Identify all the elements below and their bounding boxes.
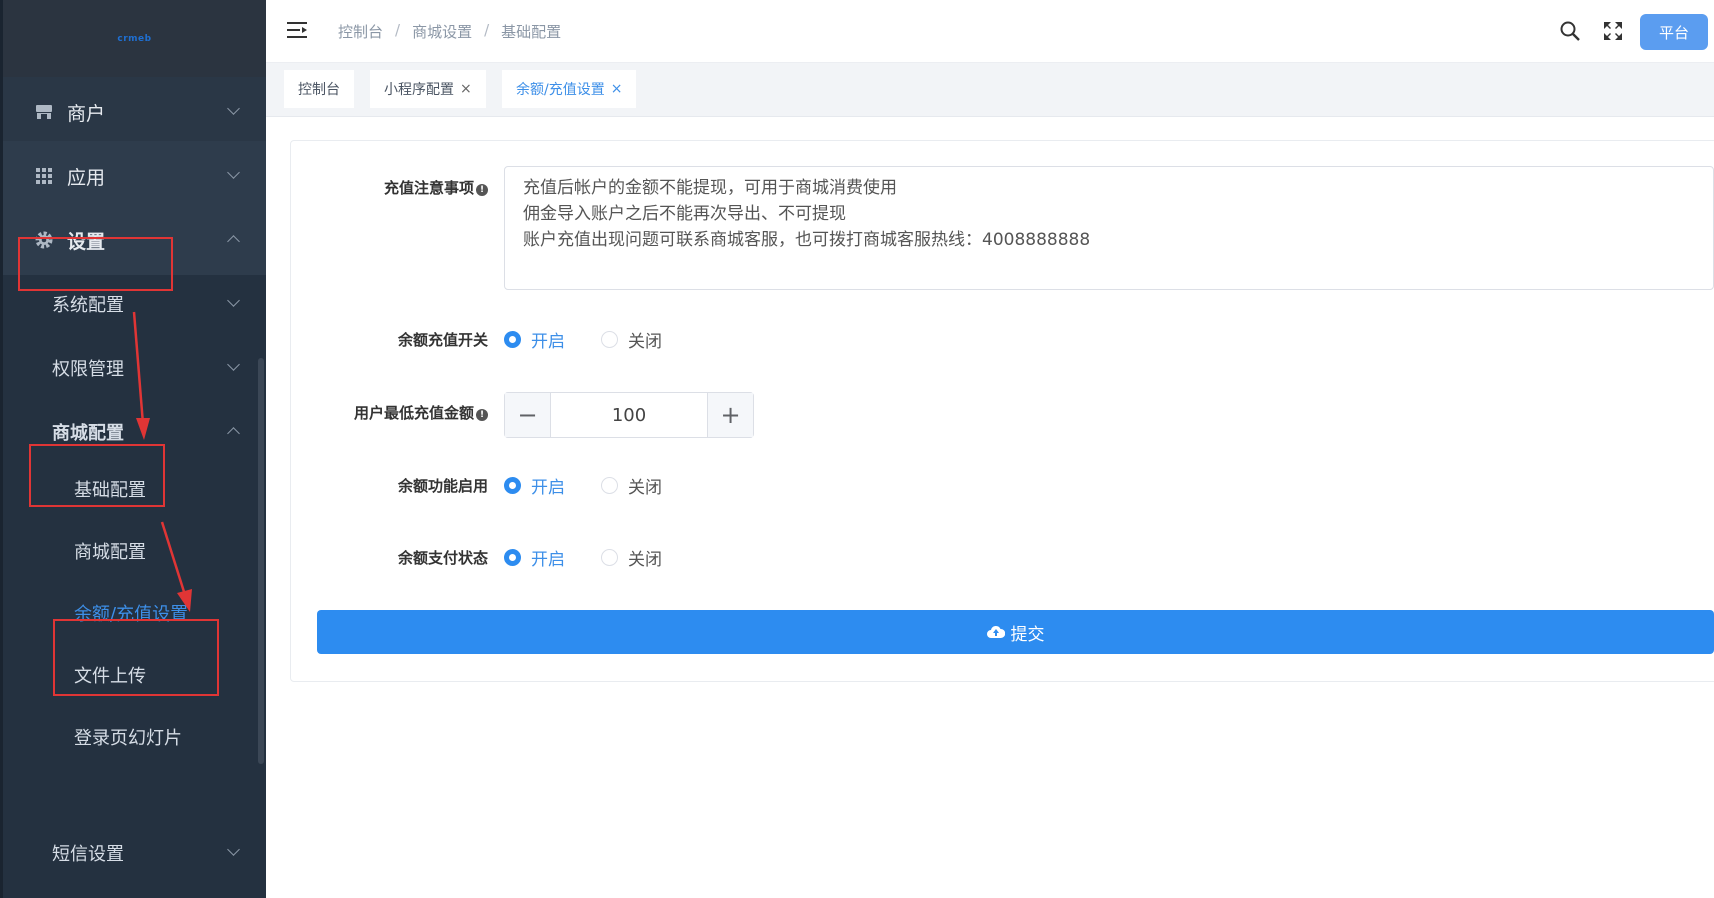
chevron-up-icon [227,427,240,440]
sidebar-item-balance-recharge[interactable]: 余额/充值设置 [3,582,266,644]
notice-line: 账户充值出现问题可联系商城客服，也可拨打商城客服热线：4008888888 [523,230,1091,250]
chevron-down-icon [227,102,240,115]
notice-textarea[interactable]: 充值后帐户的金额不能提现，可用于商城消费使用 佣金导入账户之后不能再次导出、不可… [504,166,1714,290]
breadcrumb-item[interactable]: 控制台 [338,21,383,42]
tab-label: 小程序配置 [384,82,454,98]
submit-label: 提交 [1010,624,1045,645]
sidebar-item-label: 商城配置 [74,542,146,563]
tab-miniprogram-config[interactable]: 小程序配置 × [370,70,486,108]
min-recharge-input[interactable]: 100 [551,393,707,437]
recharge-switch-off-radio[interactable]: 关闭 [601,327,662,352]
radio-dot [601,477,618,494]
sidebar-item-label: 商城配置 [52,423,124,444]
fullscreen-icon[interactable] [1602,20,1624,42]
breadcrumb-separator: / [484,21,490,39]
chevron-down-icon [227,294,240,307]
radio-dot [601,331,618,348]
radio-dot [601,549,618,566]
radio-dot [504,477,521,494]
decrement-button[interactable]: − [505,393,551,437]
chevron-up-icon [227,235,240,248]
sidebar-item-system-config[interactable]: 系统配置 [3,269,266,339]
chevron-down-icon [227,166,240,179]
balance-enable-off-radio[interactable]: 关闭 [601,473,662,498]
notice-line: 充值后帐户的金额不能提现，可用于商城消费使用 [523,178,897,198]
recharge-switch-on-radio[interactable]: 开启 [504,327,565,352]
sidebar-item-label: 文件上传 [74,666,146,687]
tab-balance-recharge[interactable]: 余额/充值设置 × [502,70,637,108]
cloud-upload-icon [986,625,1005,638]
top-bar: 控制台 / 商城设置 / 基础配置 [266,0,1714,63]
increment-button[interactable]: + [707,393,753,437]
sidebar-item-label: 应用 [67,166,106,189]
radio-label: 开启 [531,478,565,498]
radio-dot [504,331,521,348]
sidebar-item-label: 基础配置 [74,480,146,501]
sidebar-item-label: 权限管理 [52,359,124,380]
sidebar-item-label: 设置 [67,230,106,253]
sidebar-item-merchant[interactable]: 商户 [3,77,266,147]
sidebar-item-shop-config[interactable]: 商城配置 [3,520,266,582]
submit-button[interactable]: 提交 [317,610,1714,654]
balance-enable-on-radio[interactable]: 开启 [504,473,565,498]
recharge-switch-label: 余额充值开关 [397,331,488,349]
breadcrumb-separator: / [395,21,401,39]
close-icon[interactable]: × [460,81,472,97]
sidebar-item-basic-config[interactable]: 基础配置 [3,458,266,520]
balance-enable-radio-group: 开启 关闭 [504,473,698,498]
sidebar-item-label: 系统配置 [52,295,124,316]
sidebar-item-file-upload[interactable]: 文件上传 [3,644,266,706]
logo[interactable]: crmeb [117,34,151,44]
sidebar-item-label: 登录页幻灯片 [74,728,182,749]
notice-label-text: 充值注意事项 [383,179,474,197]
radio-label: 开启 [531,550,565,570]
sidebar-item-mall-config[interactable]: 商城配置 [3,397,266,467]
logo-bar: crmeb [3,0,266,80]
tab-dashboard[interactable]: 控制台 [284,70,354,108]
min-recharge-label: 用户最低充值金额! [278,402,488,423]
min-recharge-label-text: 用户最低充值金额 [353,404,474,422]
radio-label: 关闭 [628,478,662,498]
balance-pay-on-radio[interactable]: 开启 [504,545,565,570]
chevron-down-icon [227,843,240,856]
sidebar-item-label: 余额/充值设置 [74,604,189,625]
sidebar-item-apps[interactable]: 应用 [3,141,266,211]
shop-icon [36,105,52,119]
balance-pay-off-radio[interactable]: 关闭 [601,545,662,570]
sidebar-item-label: 短信设置 [52,844,124,865]
chevron-down-icon [227,358,240,371]
apps-grid-icon [36,168,52,184]
gear-icon [35,231,53,249]
balance-pay-label: 余额支付状态 [397,549,488,567]
sidebar-item-permissions[interactable]: 权限管理 [3,333,266,403]
search-icon[interactable] [1559,20,1581,42]
recharge-switch-radio-group: 开启 关闭 [504,327,698,352]
radio-label: 开启 [531,332,565,352]
notice-label: 充值注意事项! [278,177,488,198]
tab-label: 余额/充值设置 [516,82,605,98]
menu-collapse-icon[interactable] [287,21,309,39]
min-recharge-stepper: − 100 + [504,392,754,438]
sidebar-item-sms[interactable]: 短信设置 [3,818,266,888]
breadcrumb: 控制台 / 商城设置 / 基础配置 [338,21,561,42]
balance-enable-label: 余额功能启用 [397,477,488,495]
info-icon[interactable]: ! [476,409,488,421]
breadcrumb-item[interactable]: 商城设置 [412,21,472,42]
breadcrumb-item: 基础配置 [501,23,562,41]
platform-button[interactable]: 平台 [1640,14,1708,50]
sidebar-item-login-slides[interactable]: 登录页幻灯片 [3,706,266,768]
tab-label: 控制台 [298,82,340,98]
close-icon[interactable]: × [611,81,623,97]
info-icon[interactable]: ! [476,184,488,196]
notice-line: 佣金导入账户之后不能再次导出、不可提现 [523,204,846,224]
radio-label: 关闭 [628,550,662,570]
sidebar: crmeb 商户 应用 设置 系统配置 权限管理 商城配置 基础配置 商城配置 [0,0,266,898]
radio-label: 关闭 [628,332,662,352]
sidebar-item-label: 商户 [67,102,106,125]
radio-dot [504,549,521,566]
tab-bar: 控制台 小程序配置 × 余额/充值设置 × [266,63,1714,117]
balance-pay-radio-group: 开启 关闭 [504,545,698,570]
sidebar-scrollbar[interactable] [258,358,264,764]
sidebar-item-settings[interactable]: 设置 [3,205,266,275]
